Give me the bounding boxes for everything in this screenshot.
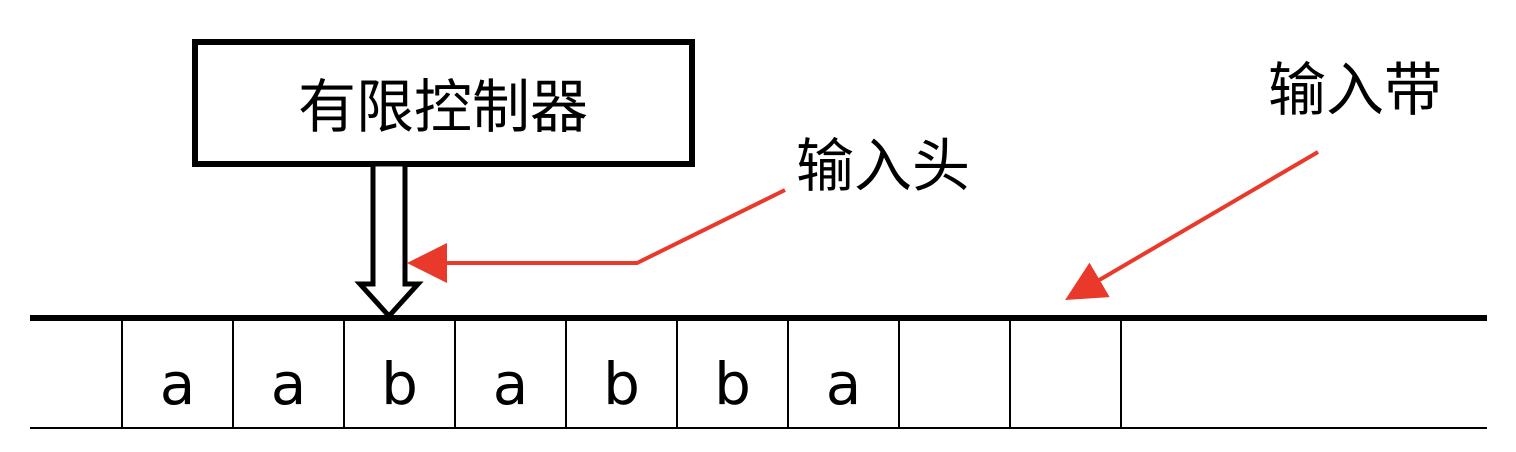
finite-controller: 有限控制器 [192,39,695,167]
input-tape-label: 输入带 [1268,56,1442,124]
finite-controller-label: 有限控制器 [298,73,588,141]
read-head-arrow [354,161,424,320]
input-head-pointer-arrow [407,188,786,283]
tape-cell-symbol: b [381,350,418,418]
input-tape-pointer-arrow [1065,150,1320,301]
tape-cell-symbol: a [271,350,307,418]
tape-cell-symbol: b [714,350,751,418]
tape-cells: aababba [121,318,1122,428]
tape-cell-symbol: a [160,350,196,418]
tape-cell-symbol: b [603,350,640,418]
input-tape: aababba [30,315,1487,429]
finite-automaton-diagram: 有限控制器 输入头 输入带 a a b a b b a [30,39,1487,429]
tape-cell-symbol: a [493,350,529,418]
input-head-label: 输入头 [796,132,970,200]
tape-cell-symbol: a [826,350,862,418]
